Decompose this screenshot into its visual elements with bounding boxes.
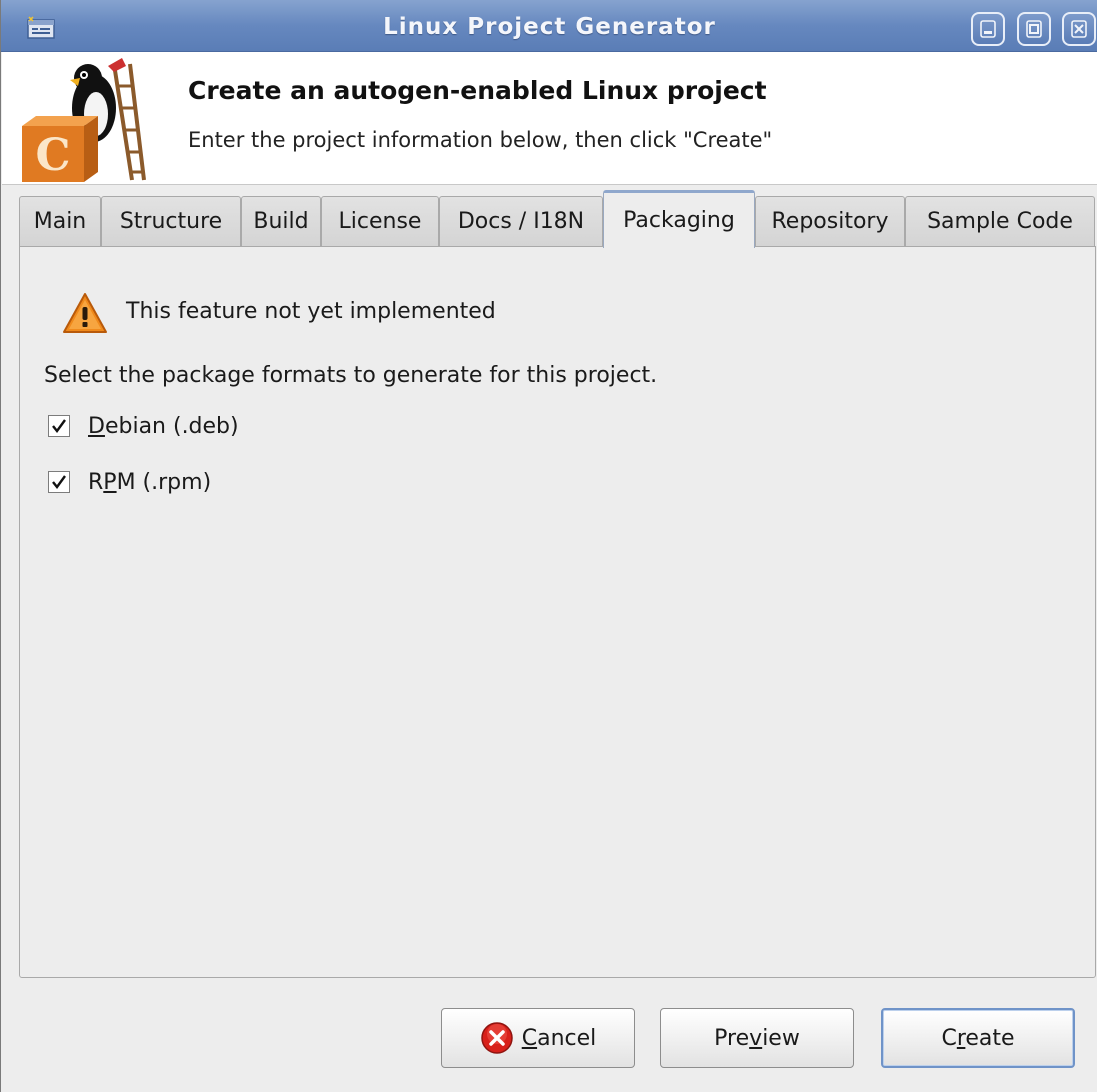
checkmark-icon <box>52 475 66 489</box>
debian-option[interactable]: Debian (.deb) <box>48 411 239 441</box>
preview-label: Preview <box>714 1025 800 1051</box>
tab-main[interactable]: Main <box>19 196 101 246</box>
cancel-icon <box>480 1022 513 1054</box>
warning-icon <box>63 293 107 333</box>
rpm-label[interactable]: RPM (.rpm) <box>88 470 211 495</box>
create-button[interactable]: Create <box>881 1008 1075 1068</box>
maximize-icon <box>1026 20 1042 38</box>
header-banner: C Create an autogen-enabled Linux projec… <box>2 52 1097 185</box>
minimize-icon <box>980 20 996 38</box>
title-bar[interactable]: Linux Project Generator <box>1 0 1097 52</box>
close-icon <box>1071 20 1087 38</box>
maximize-button[interactable] <box>1017 12 1051 46</box>
application-window: Linux Project Generator C Create an auto… <box>0 0 1097 1092</box>
tab-docs-i18n[interactable]: Docs / I18N <box>439 196 603 246</box>
tab-sample-code[interactable]: Sample Code <box>905 196 1095 246</box>
page-subtitle: Enter the project information below, the… <box>188 128 773 152</box>
cancel-button[interactable]: Cancel <box>441 1008 635 1068</box>
logo-letter: C <box>35 130 70 181</box>
cancel-label: Cancel <box>521 1025 597 1051</box>
notebook-tabs: Main Structure Build License Docs / I18N… <box>19 190 1097 248</box>
minimize-button[interactable] <box>971 12 1005 46</box>
packaging-panel: This feature not yet implemented Select … <box>19 246 1096 978</box>
rpm-option[interactable]: RPM (.rpm) <box>48 467 211 497</box>
instruction-text: Select the package formats to generate f… <box>44 363 658 388</box>
create-label: Create <box>941 1025 1015 1051</box>
close-button[interactable] <box>1062 12 1096 46</box>
checkmark-icon <box>52 419 66 433</box>
debian-label[interactable]: Debian (.deb) <box>88 414 239 439</box>
tab-repository[interactable]: Repository <box>755 196 905 246</box>
debian-checkbox[interactable] <box>48 415 70 437</box>
page-title: Create an autogen-enabled Linux project <box>188 76 767 105</box>
rpm-checkbox[interactable] <box>48 471 70 493</box>
preview-button[interactable]: Preview <box>660 1008 854 1068</box>
tab-build[interactable]: Build <box>241 196 321 246</box>
tab-structure[interactable]: Structure <box>101 196 241 246</box>
tab-packaging[interactable]: Packaging <box>603 190 755 248</box>
warning-message: This feature not yet implemented <box>126 299 496 324</box>
tux-with-c-block-logo: C <box>22 58 146 182</box>
tab-license[interactable]: License <box>321 196 439 246</box>
window-title: Linux Project Generator <box>383 14 716 40</box>
